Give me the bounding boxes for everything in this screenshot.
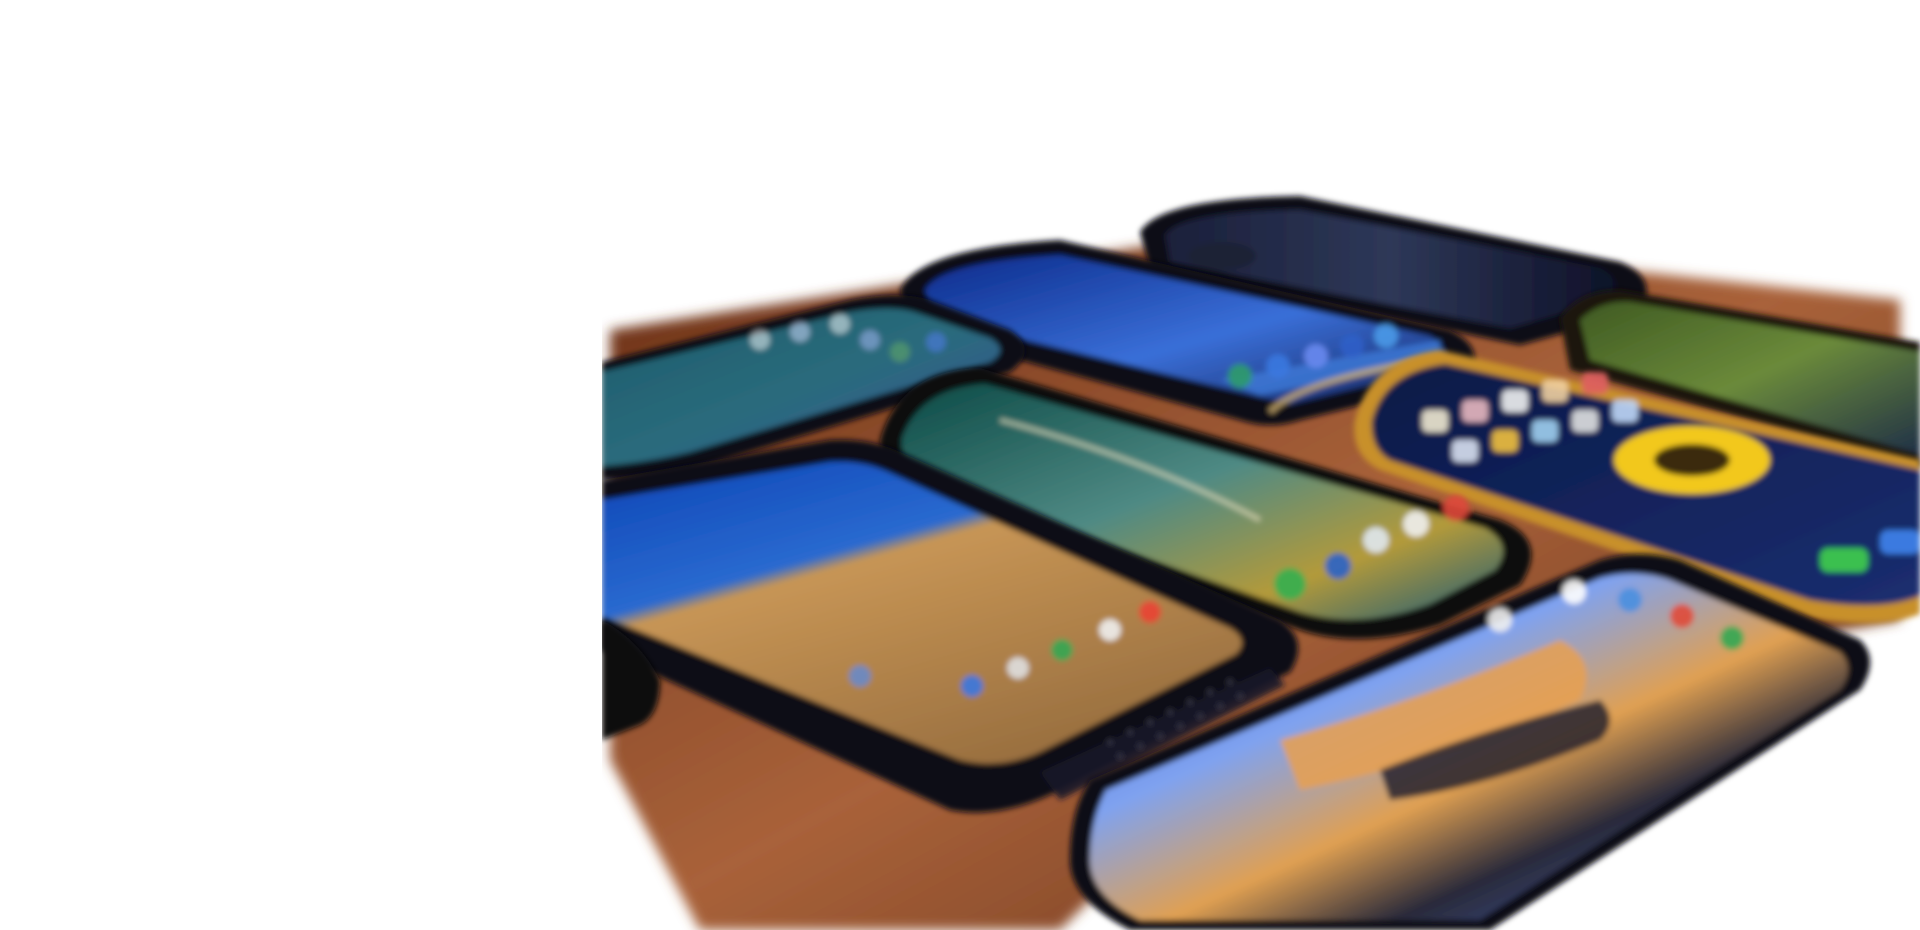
white-margin-left	[0, 0, 602, 930]
photo-stage	[0, 0, 1920, 930]
phones-photo	[0, 0, 1920, 930]
